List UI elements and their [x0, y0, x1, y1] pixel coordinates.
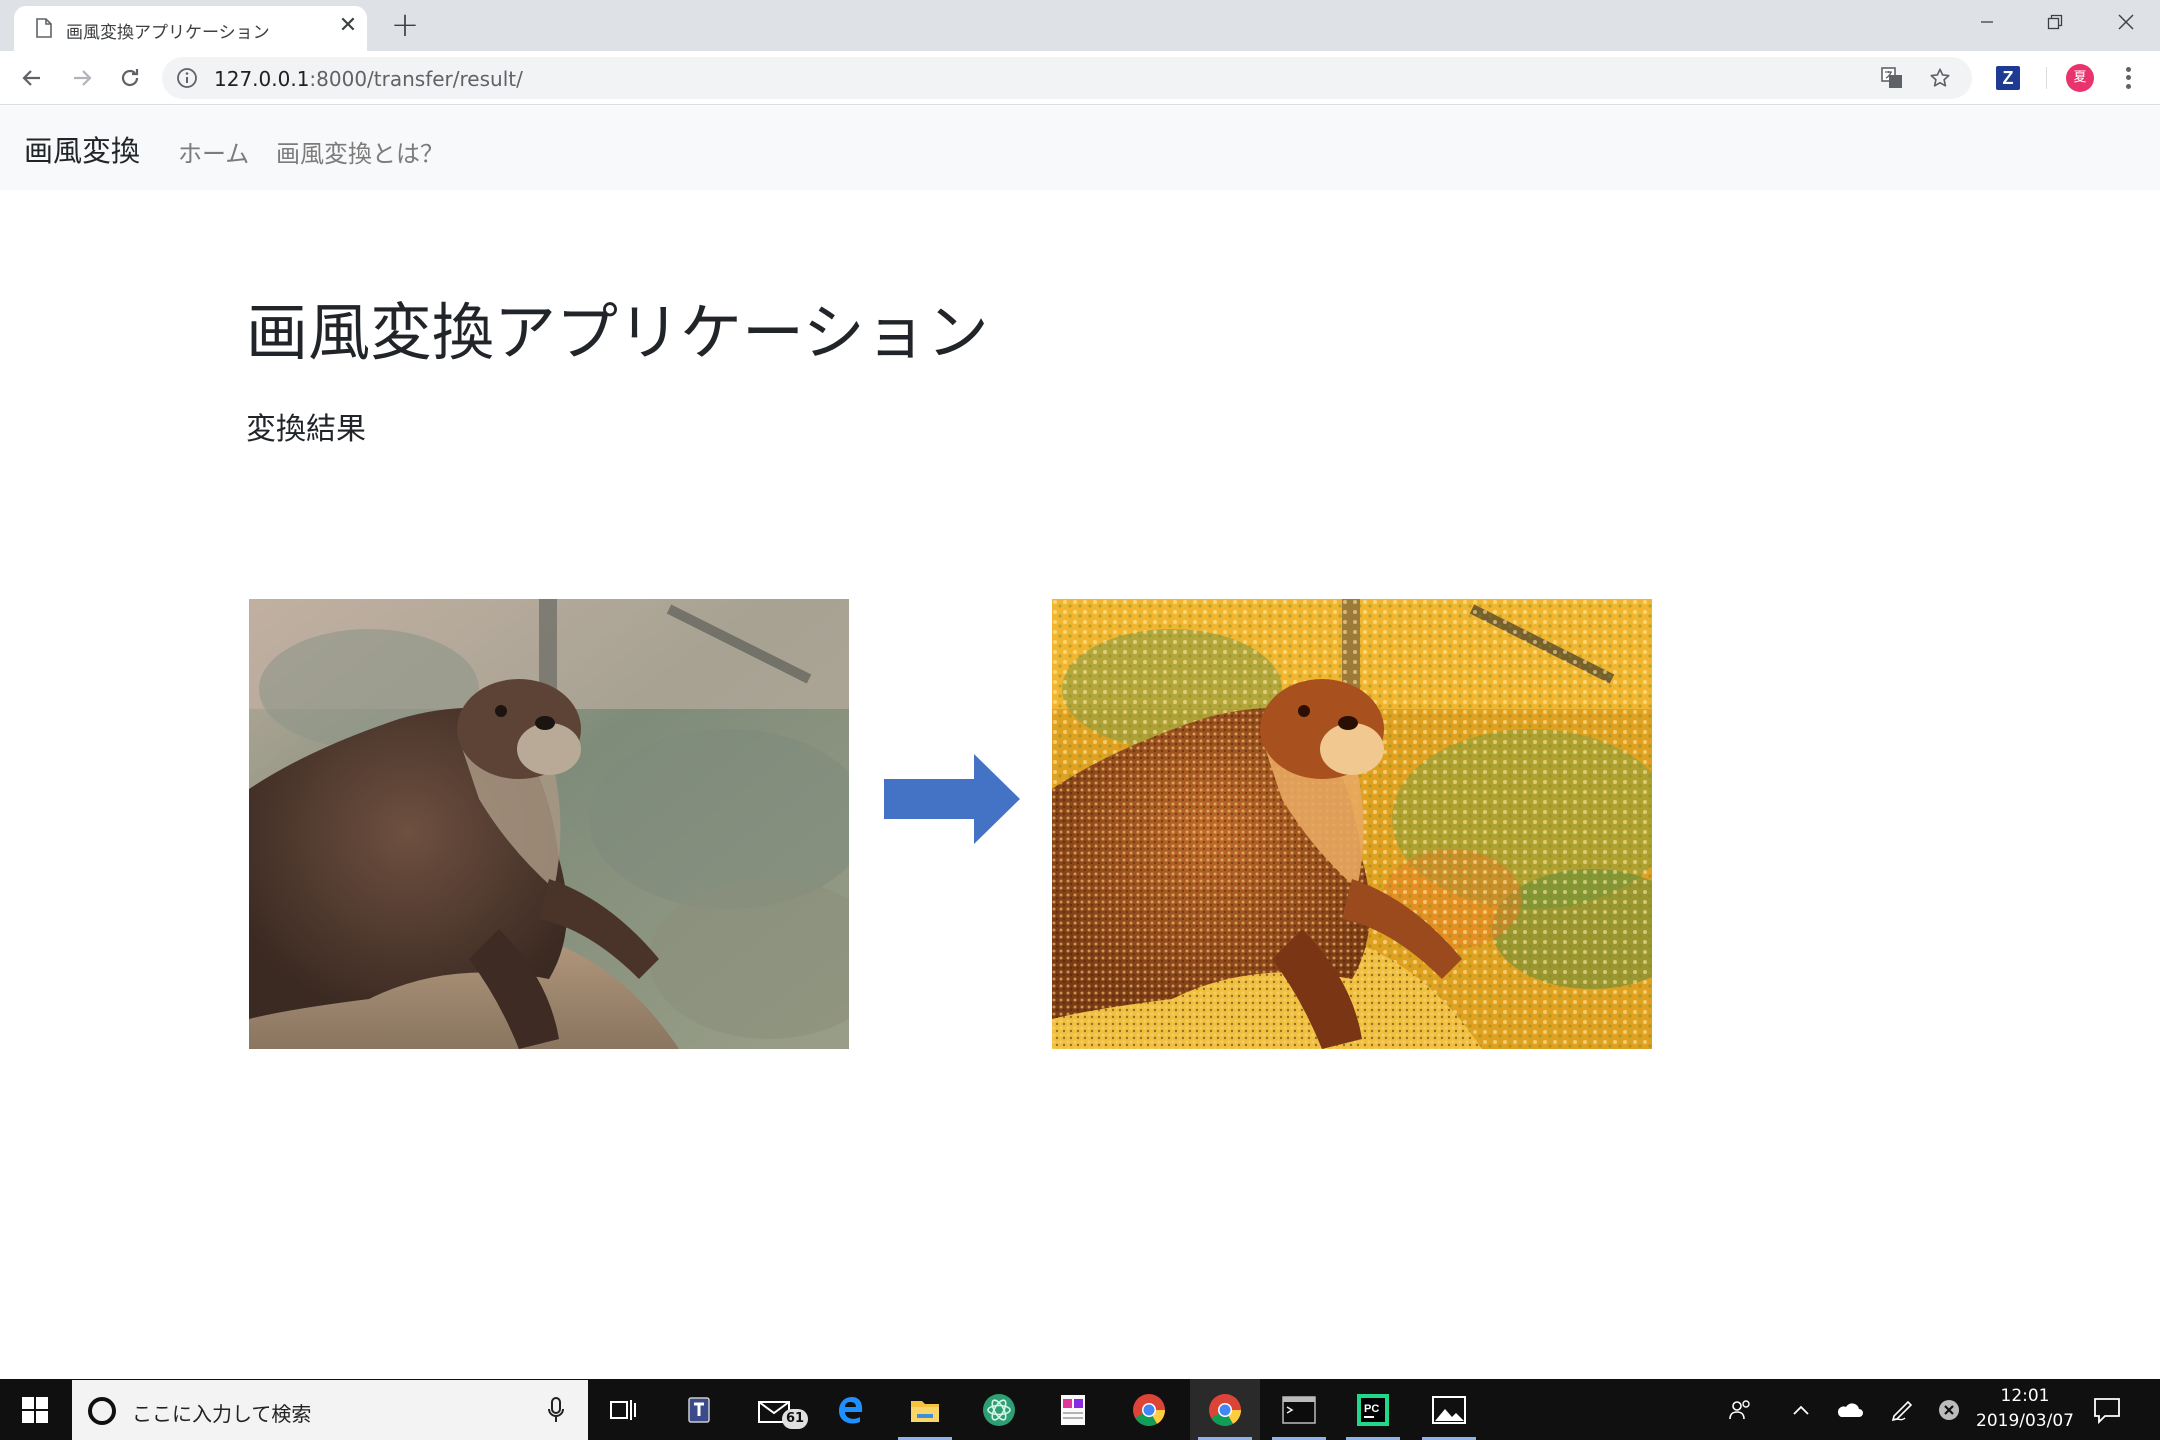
result-heading: 変換結果 [246, 412, 366, 447]
restore-icon [2047, 14, 2063, 30]
browser-toolbar: 127.0.0.1:8000/transfer/result/ Z 夏 [0, 51, 2160, 105]
address-bar[interactable]: 127.0.0.1:8000/transfer/result/ [162, 57, 1972, 99]
page-title: 画風変換アプリケーション [246, 296, 989, 369]
nav-link-about[interactable]: 画風変換とは？ [276, 134, 444, 169]
browser-tab[interactable]: 画風変換アプリケーション ✕ [14, 6, 367, 51]
clock-date: 2019/03/07 [1976, 1411, 2074, 1431]
people-icon[interactable] [1726, 1395, 1756, 1425]
back-button[interactable] [16, 62, 48, 94]
navbar-brand[interactable]: 画風変換 [24, 128, 140, 170]
chevron-up-icon[interactable] [1786, 1395, 1816, 1425]
restore-button[interactable] [2021, 0, 2089, 44]
microphone-icon[interactable] [546, 1396, 566, 1424]
pycharm-icon[interactable]: PC [1338, 1379, 1408, 1440]
star-icon[interactable] [1928, 66, 1952, 90]
forward-button[interactable] [66, 62, 98, 94]
minimize-icon [1981, 21, 1993, 23]
result-image [1052, 599, 1652, 1049]
tab-close-icon[interactable]: ✕ [336, 14, 360, 38]
terminal-icon[interactable] [1264, 1379, 1334, 1440]
search-placeholder: ここに入力して検索 [132, 1402, 312, 1426]
tab-title: 画風変換アプリケーション [66, 23, 270, 43]
cortana-icon[interactable] [88, 1397, 116, 1425]
page-icon [36, 18, 52, 38]
url-host: 127.0.0.1 [214, 67, 310, 91]
translate-icon[interactable] [1880, 66, 1904, 90]
svg-text:PC: PC [1364, 1403, 1379, 1415]
atom-app-icon[interactable] [964, 1379, 1034, 1440]
onedrive-icon[interactable] [1834, 1395, 1864, 1425]
edge-icon[interactable] [816, 1379, 886, 1440]
reload-button[interactable] [114, 62, 146, 94]
original-image [249, 599, 849, 1049]
profile-avatar[interactable]: 夏 [2066, 64, 2094, 92]
network-error-icon[interactable] [1934, 1395, 1964, 1425]
chrome-icon[interactable] [1114, 1379, 1184, 1440]
file-explorer-icon[interactable] [890, 1379, 960, 1440]
app-tablet-icon[interactable] [664, 1379, 734, 1440]
clock-time: 12:01 [2000, 1386, 2050, 1406]
forward-icon [74, 70, 92, 86]
mail-badge: 61 [782, 1409, 808, 1429]
url-text[interactable]: 127.0.0.1:8000/transfer/result/ [214, 67, 523, 91]
mail-icon[interactable]: 61 [740, 1379, 810, 1440]
arrow-right-icon [884, 754, 1020, 844]
nav-link-home[interactable]: ホーム [178, 134, 249, 169]
back-icon [22, 70, 40, 86]
close-icon [2118, 14, 2134, 30]
action-center-icon[interactable] [2092, 1395, 2122, 1425]
start-button[interactable] [0, 1379, 70, 1440]
chrome-active-icon[interactable] [1190, 1379, 1260, 1440]
new-tab-button[interactable]: + [390, 8, 420, 42]
task-view-icon[interactable] [588, 1379, 658, 1440]
browser-tab-strip: 画風変換アプリケーション ✕ + [0, 0, 2160, 51]
taskbar-search[interactable]: ここに入力して検索 [72, 1380, 588, 1440]
windows-taskbar: ここに入力して検索 61 PC 12:01 2019/03/07 [0, 1379, 2160, 1440]
url-path: :8000/transfer/result/ [309, 67, 523, 91]
browser-menu-icon[interactable] [2116, 65, 2140, 91]
reload-icon [121, 69, 139, 87]
notes-app-icon[interactable] [1038, 1379, 1108, 1440]
taskbar-clock[interactable]: 12:01 2019/03/07 [1970, 1384, 2080, 1434]
toolbar-divider [2046, 67, 2047, 89]
site-navbar: 画風変換 ホーム 画風変換とは？ [0, 106, 2160, 190]
minimize-button[interactable] [1953, 0, 2021, 44]
close-window-button[interactable] [2092, 0, 2160, 44]
extension-z-icon[interactable]: Z [1996, 66, 2020, 90]
photos-icon[interactable] [1414, 1379, 1484, 1440]
windows-icon [22, 1396, 48, 1423]
info-icon[interactable] [176, 67, 198, 89]
pen-icon[interactable] [1888, 1395, 1918, 1425]
